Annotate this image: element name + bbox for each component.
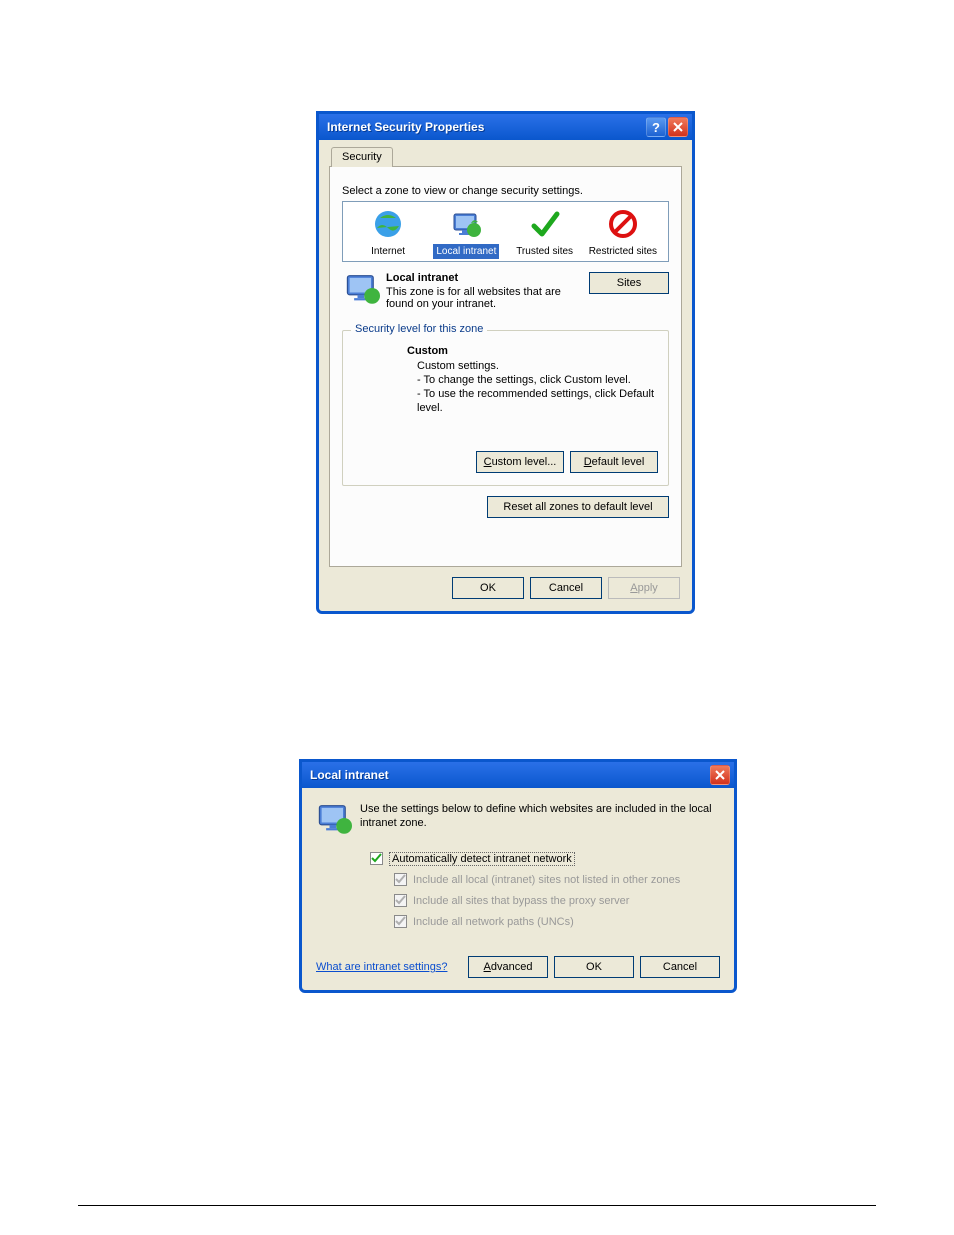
tab-panel: Select a zone to view or change security… xyxy=(329,167,682,567)
globe-icon xyxy=(372,208,404,240)
checkbox-icon xyxy=(394,915,407,928)
monitor-icon xyxy=(344,270,380,306)
help-button[interactable]: ? xyxy=(646,117,666,137)
ok-button[interactable]: OK xyxy=(554,956,634,978)
close-button[interactable] xyxy=(668,117,688,137)
checkbox-icon xyxy=(394,894,407,907)
zone-label: Local intranet xyxy=(433,244,499,259)
custom-line: - To use the recommended settings, click… xyxy=(417,387,658,415)
zone-info-icon xyxy=(344,270,380,306)
zone-label: Restricted sites xyxy=(586,244,660,259)
titlebar[interactable]: Internet Security Properties ? xyxy=(319,114,692,140)
check-icon xyxy=(395,895,406,906)
checkbox-label: Include all sites that bypass the proxy … xyxy=(413,895,629,907)
monitor-icon xyxy=(450,208,482,240)
page-divider xyxy=(78,1205,876,1206)
zone-list: Internet Local intranet xyxy=(342,201,669,262)
cancel-button[interactable]: Cancel xyxy=(530,577,602,599)
zone-label: Internet xyxy=(368,244,408,259)
custom-line: - To change the settings, click Custom l… xyxy=(417,373,658,387)
security-level-group: Security level for this zone Custom Cust… xyxy=(342,330,669,486)
zone-trusted-sites[interactable]: Trusted sites xyxy=(506,208,584,259)
intranet-settings-link[interactable]: What are intranet settings? xyxy=(316,961,447,973)
zone-info-name: Local intranet xyxy=(386,272,589,284)
local-intranet-dialog: Local intranet Use the settings below to… xyxy=(299,759,737,993)
ok-button[interactable]: OK xyxy=(452,577,524,599)
custom-level-button[interactable]: Custom level... xyxy=(476,451,564,473)
apply-button: Apply xyxy=(608,577,680,599)
zone-info-desc: This zone is for all websites that are f… xyxy=(386,286,589,310)
custom-line: Custom settings. xyxy=(417,359,658,373)
intranet-icon xyxy=(316,800,352,836)
checkbox-label: Include all network paths (UNCs) xyxy=(413,916,574,928)
security-properties-dialog: Internet Security Properties ? Security … xyxy=(316,111,695,614)
titlebar[interactable]: Local intranet xyxy=(302,762,734,788)
custom-title: Custom xyxy=(407,345,658,357)
tab-security[interactable]: Security xyxy=(331,147,393,167)
intro-text: Use the settings below to define which w… xyxy=(360,800,720,836)
reset-zones-button[interactable]: Reset all zones to default level xyxy=(487,496,669,518)
checkbox-auto-detect[interactable]: Automatically detect intranet network xyxy=(370,852,720,865)
zone-prompt: Select a zone to view or change security… xyxy=(342,185,669,197)
zone-local-intranet[interactable]: Local intranet xyxy=(427,208,505,259)
monitor-icon xyxy=(316,800,352,836)
checkbox-icon xyxy=(394,873,407,886)
cancel-button[interactable]: Cancel xyxy=(640,956,720,978)
sites-button[interactable]: Sites xyxy=(589,272,669,294)
checkmark-icon xyxy=(529,208,561,240)
checkbox-bypass-proxy: Include all sites that bypass the proxy … xyxy=(394,894,720,907)
checkbox-icon[interactable] xyxy=(370,852,383,865)
close-icon xyxy=(715,770,725,780)
checkbox-label: Include all local (intranet) sites not l… xyxy=(413,874,680,886)
zone-restricted-sites[interactable]: Restricted sites xyxy=(584,208,662,259)
checkbox-include-local: Include all local (intranet) sites not l… xyxy=(394,873,720,886)
close-icon xyxy=(673,122,683,132)
advanced-button[interactable]: Advanced xyxy=(468,956,548,978)
check-icon xyxy=(371,853,382,864)
zone-label: Trusted sites xyxy=(513,244,576,259)
tab-strip: Security xyxy=(329,146,682,167)
forbidden-icon xyxy=(607,208,639,240)
check-icon xyxy=(395,874,406,885)
dialog-title: Local intranet xyxy=(310,768,708,782)
dialog-title: Internet Security Properties xyxy=(327,120,644,134)
zone-internet[interactable]: Internet xyxy=(349,208,427,259)
default-level-button[interactable]: Default level xyxy=(570,451,658,473)
check-icon xyxy=(395,916,406,927)
group-legend: Security level for this zone xyxy=(351,323,487,335)
close-button[interactable] xyxy=(710,765,730,785)
checkbox-network-paths: Include all network paths (UNCs) xyxy=(394,915,720,928)
checkbox-label: Automatically detect intranet network xyxy=(389,852,575,866)
